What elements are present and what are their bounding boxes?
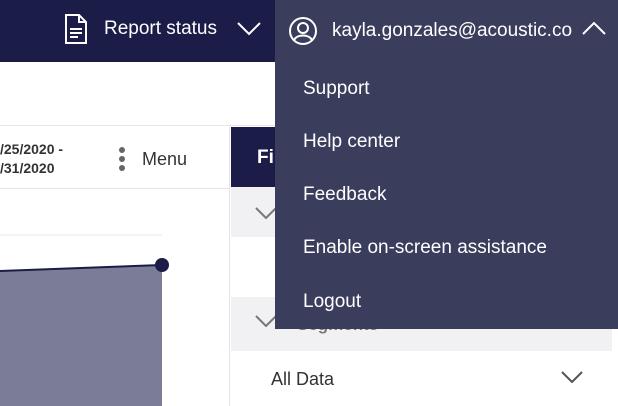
menu-item-logout[interactable]: Logout xyxy=(303,291,361,313)
menu-label: Menu xyxy=(142,148,188,169)
chart-area xyxy=(0,265,162,406)
divider xyxy=(0,188,230,189)
chevron-down-icon[interactable] xyxy=(561,371,583,383)
report-menu-button[interactable]: Menu xyxy=(118,146,187,172)
menu-item-enable-assistance[interactable]: Enable on-screen assistance xyxy=(303,237,547,259)
document-icon xyxy=(65,14,87,44)
chevron-down-icon xyxy=(255,207,277,219)
chevron-down-icon xyxy=(237,22,261,36)
account-menu-button[interactable]: kayla.gonzales@acoustic.co xyxy=(275,0,618,62)
chevron-down-icon xyxy=(255,315,277,327)
segment-select-value: All Data xyxy=(271,369,335,389)
account-email: kayla.gonzales@acoustic.co xyxy=(332,20,573,41)
report-status-label: Report status xyxy=(104,18,217,39)
date-range-start: /25/2020 - xyxy=(0,141,64,157)
report-status-button[interactable]: Report status xyxy=(62,0,261,58)
date-range: /25/2020 - /31/2020 xyxy=(0,140,63,178)
date-range-end: /31/2020 xyxy=(0,160,55,176)
chevron-up-icon xyxy=(582,21,606,35)
account-dropdown-menu: Support Help center Feedback Enable on-s… xyxy=(275,62,618,329)
chart-point xyxy=(155,258,169,272)
menu-item-support[interactable]: Support xyxy=(303,78,370,100)
area-chart xyxy=(0,234,169,406)
menu-item-feedback[interactable]: Feedback xyxy=(303,184,386,206)
user-circle-icon xyxy=(289,17,317,45)
vertical-dots-icon xyxy=(119,147,125,171)
filter-panel-title: Fi xyxy=(257,147,274,168)
menu-item-help-center[interactable]: Help center xyxy=(303,131,400,153)
